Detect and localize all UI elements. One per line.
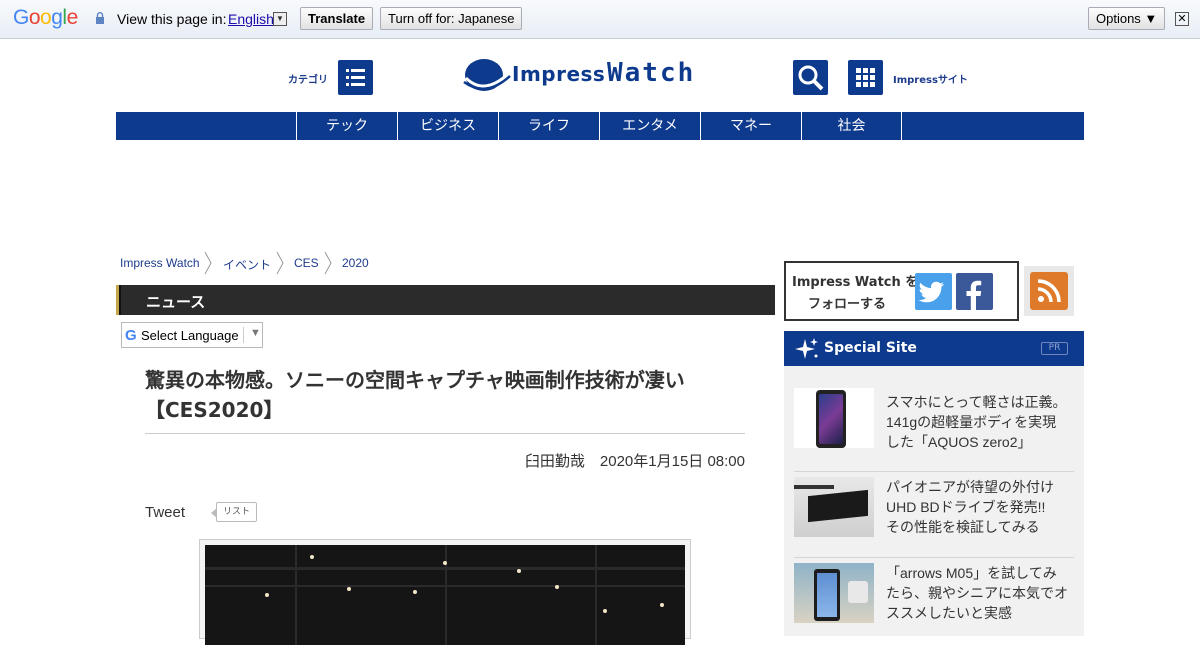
close-icon[interactable]: ✕ xyxy=(1175,12,1189,26)
divider xyxy=(794,557,1074,558)
impress-watch-logo-icon[interactable] xyxy=(462,56,512,96)
logo-text-watch[interactable]: Watch xyxy=(607,58,695,88)
google-g-icon: G xyxy=(125,327,137,344)
lock-icon xyxy=(96,12,104,24)
chevron-right-icon xyxy=(276,251,284,275)
publish-date: 2020年1月15日 08:00 xyxy=(599,453,745,470)
follow-text: Impress Watch を xyxy=(792,275,919,290)
language-link[interactable]: English xyxy=(228,11,274,27)
item-line: ススメしたいと実感 xyxy=(886,605,1012,621)
follow-text: フォローする xyxy=(808,297,887,312)
article-byline: 臼田勤哉 2020年1月15日 08:00 xyxy=(430,450,745,471)
author: 臼田勤哉 xyxy=(524,453,585,470)
twitter-button[interactable] xyxy=(915,273,952,310)
chevron-right-icon xyxy=(204,251,212,275)
translate-prompt: View this page in: xyxy=(117,11,227,27)
pr-badge: PR xyxy=(1041,342,1068,355)
special-site-item[interactable]: 「arrows M05」を試してみ たら、親やシニアに本気でオ ススメしたいと実… xyxy=(886,563,1076,623)
item-line: 「arrows M05」を試してみ xyxy=(886,565,1057,581)
impress-site-label[interactable]: Impressサイト xyxy=(893,71,968,86)
twitter-icon xyxy=(918,281,944,303)
turn-off-button[interactable]: Turn off for: Japanese xyxy=(380,7,523,30)
chevron-down-icon: ▼ xyxy=(243,327,261,343)
article-photo[interactable] xyxy=(205,545,685,645)
nav-item-society[interactable]: 社会 xyxy=(801,112,902,140)
item-line: した「AQUOS zero2」 xyxy=(886,434,1032,450)
item-line: その性能を検証してみる xyxy=(886,519,1040,535)
language-select[interactable]: G Select Language ▼ xyxy=(121,322,263,348)
google-translate-bar: Google View this page in: English ▼ Tran… xyxy=(0,0,1200,39)
item-line: たら、親やシニアに本気でオ xyxy=(886,585,1068,601)
item-line: スマホにとって軽さは正義。 xyxy=(886,394,1067,410)
breadcrumb-item[interactable]: CES xyxy=(294,256,319,270)
breadcrumb-item[interactable]: Impress Watch xyxy=(120,256,200,270)
headline-line: 驚異の本物感。ソニーの空間キャプチャ映画制作技術が凄い xyxy=(145,368,685,392)
nav-item-business[interactable]: ビジネス xyxy=(397,112,498,140)
special-site-item[interactable]: スマホにとって軽さは正義。 141gの超軽量ボディを実現 した「AQUOS ze… xyxy=(886,392,1076,452)
nav-item-life[interactable]: ライフ xyxy=(498,112,599,140)
tweet-link[interactable]: Tweet xyxy=(145,504,185,521)
divider xyxy=(145,433,745,434)
category-label[interactable]: カテゴリ xyxy=(288,71,328,86)
headline-line: 【CES2020】 xyxy=(145,398,284,422)
search-icon xyxy=(798,65,824,91)
special-site-item[interactable]: パイオニアが待望の外付け UHD BDドライブを発売!! その性能を検証してみる xyxy=(886,477,1076,537)
article-headline: 驚異の本物感。ソニーの空間キャプチャ映画制作技術が凄い 【CES2020】 xyxy=(145,365,745,425)
language-select-label: Select Language xyxy=(141,328,239,343)
rss-button[interactable] xyxy=(1030,272,1068,310)
sparkle-icon xyxy=(795,338,818,359)
item-line: 141gの超軽量ボディを実現 xyxy=(886,414,1057,430)
translate-button[interactable]: Translate xyxy=(300,7,374,30)
breadcrumb-item[interactable]: 2020 xyxy=(342,256,369,270)
item-line: UHD BDドライブを発売!! xyxy=(886,499,1046,515)
category-menu-button[interactable] xyxy=(338,60,373,95)
nav-item-tech[interactable]: テック xyxy=(296,112,397,140)
grid-icon xyxy=(856,68,875,87)
main-nav: テック ビジネス ライフ エンタメ マネー 社会 xyxy=(116,112,1084,140)
special-site-title: Special Site xyxy=(824,340,917,356)
rss-icon xyxy=(1037,279,1061,303)
list-icon xyxy=(346,69,365,86)
facebook-button[interactable] xyxy=(956,273,993,310)
breadcrumb-item[interactable]: イベント xyxy=(223,256,271,273)
section-title: ニュース xyxy=(146,293,206,311)
nav-item-entame[interactable]: エンタメ xyxy=(599,112,700,140)
section-header xyxy=(116,285,775,315)
language-dropdown-icon[interactable]: ▼ xyxy=(273,12,287,26)
google-logo: Google xyxy=(13,6,78,29)
nav-item-money[interactable]: マネー xyxy=(700,112,801,140)
logo-text-impress[interactable]: Impress xyxy=(512,62,605,86)
arrows-thumbnail[interactable] xyxy=(794,563,874,623)
impress-sites-button[interactable] xyxy=(848,60,883,95)
list-badge[interactable]: リスト xyxy=(211,502,257,522)
facebook-icon xyxy=(966,280,982,310)
search-button[interactable] xyxy=(793,60,828,95)
options-button[interactable]: Options ▼ xyxy=(1088,7,1166,30)
item-line: パイオニアが待望の外付け xyxy=(886,479,1054,495)
phone-thumbnail[interactable] xyxy=(794,388,874,448)
divider xyxy=(794,471,1074,472)
chevron-right-icon xyxy=(324,251,332,275)
drive-thumbnail[interactable] xyxy=(794,477,874,537)
